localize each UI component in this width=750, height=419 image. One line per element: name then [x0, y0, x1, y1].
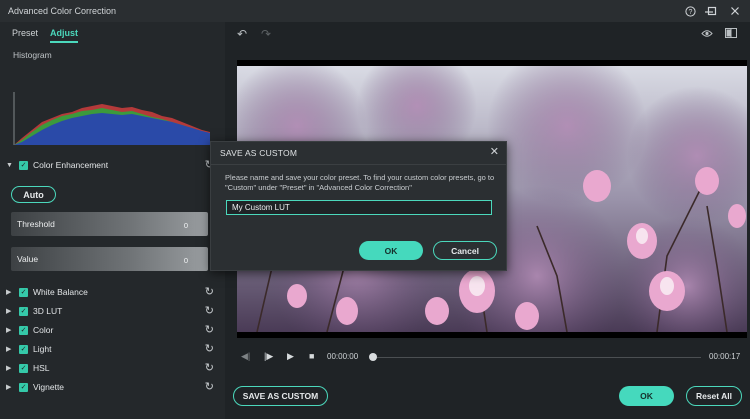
auto-button[interactable]: Auto: [11, 186, 56, 203]
section-label: Color: [33, 325, 54, 335]
checkbox-light[interactable]: ✓: [19, 344, 28, 354]
tab-adjust[interactable]: Adjust: [50, 28, 79, 43]
section-light[interactable]: ▶ ✓ Light ↻: [6, 342, 218, 356]
checkbox-vignette[interactable]: ✓: [19, 382, 28, 392]
section-white-balance[interactable]: ▶ ✓ White Balance ↻: [6, 285, 218, 299]
section-color[interactable]: ▶ ✓ Color ↻: [6, 323, 218, 337]
reset-icon[interactable]: ↻: [205, 285, 214, 298]
reset-all-button[interactable]: Reset All: [686, 386, 742, 406]
section-label: Color Enhancement: [33, 160, 109, 170]
section-label: Vignette: [33, 382, 65, 392]
reset-icon[interactable]: ↻: [205, 380, 214, 393]
dialog-ok-button[interactable]: OK: [359, 241, 423, 260]
section-3d-lut[interactable]: ▶ ✓ 3D LUT ↻: [6, 304, 218, 318]
section-vignette[interactable]: ▶ ✓ Vignette ↻: [6, 380, 218, 394]
threshold-label: Threshold: [17, 219, 55, 229]
dialog-close-icon[interactable]: ✕: [490, 145, 499, 158]
threshold-slider[interactable]: Threshold 0: [11, 212, 208, 236]
checkbox-color-enhancement[interactable]: ✓: [19, 160, 28, 170]
adjust-panel: Preset Adjust Histogram ▼ ✓ Color Enhanc…: [0, 22, 225, 419]
maximize-icon[interactable]: [703, 3, 721, 19]
ok-button[interactable]: OK: [619, 386, 674, 406]
playhead[interactable]: [369, 353, 377, 361]
value-value: 0: [183, 256, 188, 265]
save-as-custom-dialog: SAVE AS CUSTOM ✕ Please name and save yo…: [210, 141, 507, 271]
compare-view-icon[interactable]: [725, 27, 737, 41]
histogram-chart: [13, 92, 210, 145]
eye-icon[interactable]: [701, 27, 713, 41]
dialog-cancel-button[interactable]: Cancel: [433, 241, 497, 260]
tab-bar: Preset Adjust: [12, 28, 79, 43]
value-label: Value: [17, 254, 39, 264]
value-slider[interactable]: Value 0: [11, 247, 208, 271]
help-icon[interactable]: ?: [681, 3, 699, 19]
close-icon[interactable]: [726, 3, 744, 19]
title-bar: Advanced Color Correction: [0, 0, 750, 22]
dialog-description: Please name and save your color preset. …: [225, 173, 495, 192]
chevron-right-icon[interactable]: ▶: [6, 288, 14, 296]
duration-time: 00:00:17: [709, 352, 741, 361]
chevron-right-icon[interactable]: ▶: [6, 307, 14, 315]
reset-icon[interactable]: ↻: [205, 323, 214, 336]
histogram-label: Histogram: [13, 50, 52, 60]
chevron-right-icon[interactable]: ▶: [6, 326, 14, 334]
undo-icon[interactable]: ↶: [237, 27, 247, 41]
window-title: Advanced Color Correction: [8, 6, 117, 16]
save-as-custom-button[interactable]: SAVE AS CUSTOM: [233, 386, 328, 406]
step-back-icon[interactable]: ◀|: [241, 351, 250, 362]
timeline-scrubber[interactable]: [371, 357, 701, 358]
current-time: 00:00:00: [327, 352, 359, 361]
chevron-right-icon[interactable]: ▶: [6, 383, 14, 391]
threshold-value: 0: [183, 221, 188, 230]
checkbox-3d-lut[interactable]: ✓: [19, 306, 28, 316]
chevron-down-icon[interactable]: ▼: [6, 162, 14, 169]
checkbox-color[interactable]: ✓: [19, 325, 28, 335]
section-label: Light: [33, 344, 52, 354]
section-label: HSL: [33, 363, 50, 373]
stop-icon[interactable]: ■: [309, 351, 314, 361]
dialog-divider: [211, 164, 506, 165]
reset-icon[interactable]: ↻: [205, 361, 214, 374]
reset-icon[interactable]: ↻: [205, 342, 214, 355]
svg-text:?: ?: [688, 9, 692, 16]
checkbox-hsl[interactable]: ✓: [19, 363, 28, 373]
section-label: 3D LUT: [33, 306, 63, 316]
section-color-enhancement[interactable]: ▼ ✓ Color Enhancement ↻: [6, 158, 218, 172]
section-label: White Balance: [33, 287, 88, 297]
section-hsl[interactable]: ▶ ✓ HSL ↻: [6, 361, 218, 375]
redo-icon[interactable]: ↷: [261, 27, 271, 41]
reset-icon[interactable]: ↻: [205, 304, 214, 317]
step-forward-icon[interactable]: |▶: [264, 351, 273, 362]
preset-name-input[interactable]: [226, 200, 492, 215]
tab-preset[interactable]: Preset: [12, 28, 38, 43]
dialog-title: SAVE AS CUSTOM: [220, 148, 298, 158]
chevron-right-icon[interactable]: ▶: [6, 364, 14, 372]
play-icon[interactable]: ▶: [287, 351, 294, 362]
chevron-right-icon[interactable]: ▶: [6, 345, 14, 353]
checkbox-white-balance[interactable]: ✓: [19, 287, 28, 297]
